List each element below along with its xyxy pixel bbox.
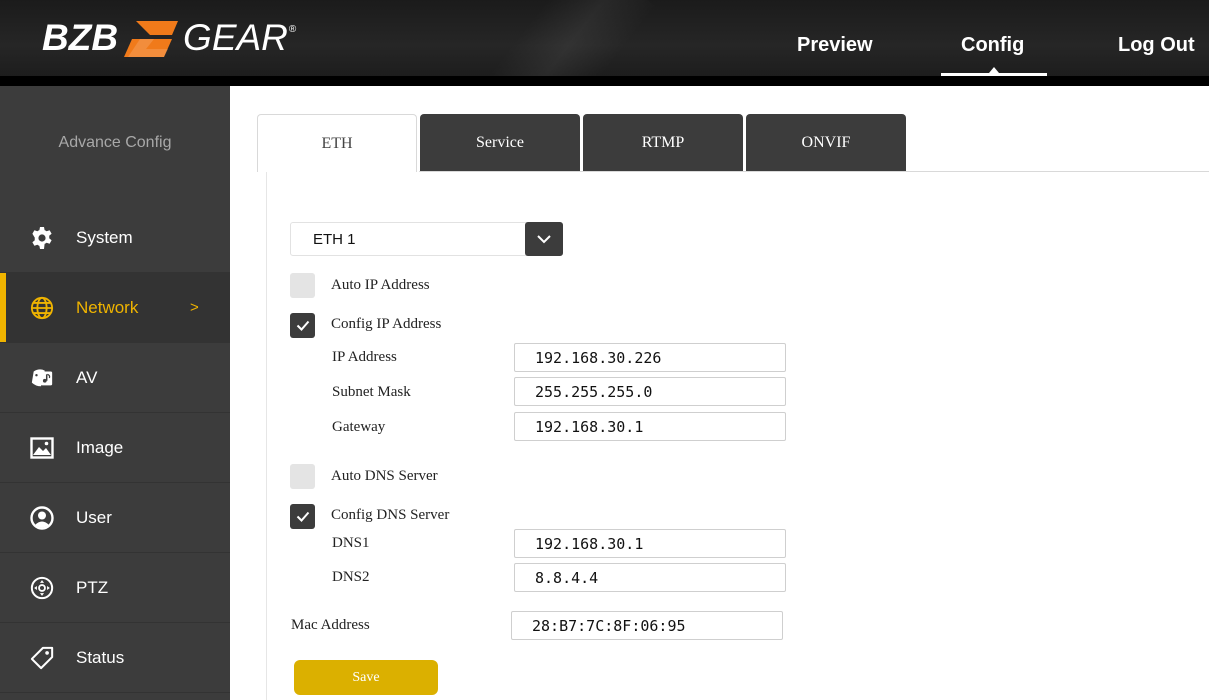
- config-ip-label: Config IP Address: [331, 316, 442, 332]
- header-bar: BZB GEAR ® Preview Config Log Out: [0, 0, 1209, 76]
- auto-dns-label: Auto DNS Server: [331, 468, 438, 484]
- auto-dns-checkbox[interactable]: [290, 464, 315, 489]
- sidebar-item-label: PTZ: [76, 577, 109, 597]
- tab-eth[interactable]: ETH: [257, 114, 417, 172]
- sidebar-item-ptz[interactable]: PTZ: [0, 553, 230, 623]
- nav-logout-link[interactable]: Log Out: [1118, 34, 1195, 57]
- save-button[interactable]: Save: [294, 660, 438, 695]
- active-nav-caret-icon: [989, 67, 999, 73]
- nav-config-link[interactable]: Config: [961, 34, 1024, 57]
- av-icon: [30, 366, 54, 390]
- ptz-icon: [30, 576, 54, 600]
- sidebar-item-image[interactable]: Image: [0, 413, 230, 483]
- auto-ip-label: Auto IP Address: [331, 277, 430, 293]
- ip-address-field[interactable]: 192.168.30.226: [514, 343, 786, 372]
- image-icon: [30, 436, 54, 460]
- dns2-label: DNS2: [332, 569, 370, 585]
- nav-preview-link[interactable]: Preview: [797, 34, 873, 57]
- header-divider: [0, 76, 1209, 86]
- dns1-label: DNS1: [332, 535, 370, 551]
- tab-rtmp[interactable]: RTMP: [583, 114, 743, 172]
- sidebar-item-label: Network: [76, 297, 139, 317]
- subnet-mask-field[interactable]: 255.255.255.0: [514, 377, 786, 406]
- subnet-mask-label: Subnet Mask: [332, 384, 411, 400]
- gateway-field[interactable]: 192.168.30.1: [514, 412, 786, 441]
- sidebar-item-label: Image: [76, 437, 124, 457]
- tag-icon: [30, 646, 54, 670]
- ip-address-label: IP Address: [332, 349, 397, 365]
- sidebar-item-user[interactable]: User: [0, 483, 230, 553]
- sidebar-item-label: Status: [76, 647, 125, 667]
- mac-address-label: Mac Address: [291, 617, 370, 633]
- sidebar-item-system[interactable]: System: [0, 203, 230, 273]
- chevron-right-icon: >: [190, 299, 199, 316]
- sidebar-item-status[interactable]: Status: [0, 623, 230, 693]
- mac-address-field: 28:B7:7C:8F:06:95: [511, 611, 783, 640]
- auto-ip-checkbox[interactable]: [290, 273, 315, 298]
- gear-icon: [30, 226, 54, 250]
- sidebar-item-label: AV: [76, 367, 98, 387]
- sidebar-item-label: User: [76, 507, 112, 527]
- content-panel-border: [266, 172, 267, 700]
- dns2-field[interactable]: 8.8.4.4: [514, 563, 786, 592]
- config-ip-checkbox[interactable]: [290, 313, 315, 338]
- tab-divider: [419, 171, 1209, 172]
- sidebar: Advance Config System Network > AV Image…: [0, 86, 230, 700]
- checkmark-icon: [296, 320, 309, 331]
- checkmark-icon: [296, 511, 309, 522]
- config-dns-label: Config DNS Server: [331, 507, 450, 523]
- top-nav: Preview Config Log Out: [0, 0, 1209, 76]
- interface-select[interactable]: ETH 1: [290, 222, 563, 256]
- chevron-down-icon[interactable]: [525, 222, 563, 256]
- config-dns-checkbox[interactable]: [290, 504, 315, 529]
- tab-service[interactable]: Service: [420, 114, 580, 172]
- tab-onvif[interactable]: ONVIF: [746, 114, 906, 172]
- dns1-field[interactable]: 192.168.30.1: [514, 529, 786, 558]
- sidebar-item-av[interactable]: AV: [0, 343, 230, 413]
- globe-icon: [30, 296, 54, 320]
- sidebar-title: Advance Config: [58, 134, 172, 151]
- sidebar-item-label: System: [76, 227, 133, 247]
- interface-select-value: ETH 1: [313, 231, 356, 248]
- gateway-label: Gateway: [332, 419, 386, 435]
- user-icon: [30, 505, 54, 530]
- sidebar-item-network[interactable]: Network >: [0, 273, 230, 343]
